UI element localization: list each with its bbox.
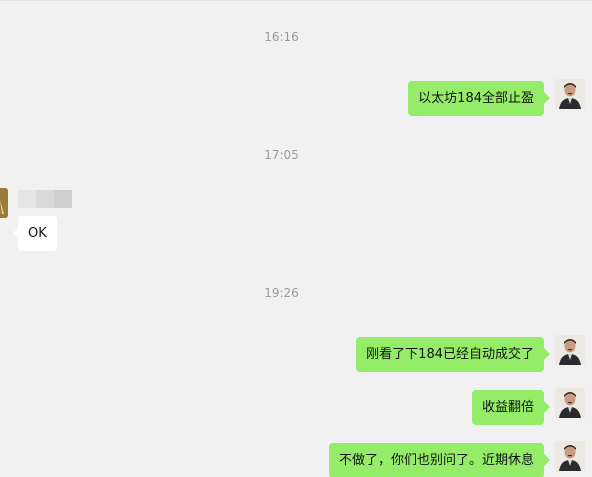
outgoing-message-bubble[interactable]: 不做了，你们也别问了。近期休息 [328, 443, 551, 477]
outgoing-message-bubble[interactable]: 收益翻倍 [471, 390, 551, 425]
contact-portrait-icon [0, 188, 8, 218]
person-portrait-icon [555, 79, 585, 109]
user-avatar-icon[interactable] [555, 388, 585, 418]
outgoing-message-bubble[interactable]: 以太坊184全部止盈 [408, 81, 550, 116]
contact-name-blurred [18, 190, 72, 208]
person-portrait-icon [555, 388, 585, 418]
outgoing-message-bubble[interactable]: 刚看了下184已经自动成交了 [356, 337, 550, 372]
person-portrait-icon [555, 335, 585, 365]
user-avatar-icon[interactable] [555, 441, 585, 471]
timestamp: 19:26 [264, 286, 299, 300]
person-portrait-icon [555, 441, 585, 471]
user-avatar-icon[interactable] [555, 335, 585, 365]
user-avatar-icon[interactable] [555, 79, 585, 109]
contact-avatar-icon[interactable] [0, 188, 8, 218]
incoming-message-bubble[interactable]: OK [13, 216, 57, 251]
chat-window: 16:16 以太坊184全部止盈 17:05 OK 19:26 刚看了下184已… [0, 0, 592, 477]
timestamp: 16:16 [264, 30, 299, 44]
timestamp: 17:05 [264, 148, 299, 162]
